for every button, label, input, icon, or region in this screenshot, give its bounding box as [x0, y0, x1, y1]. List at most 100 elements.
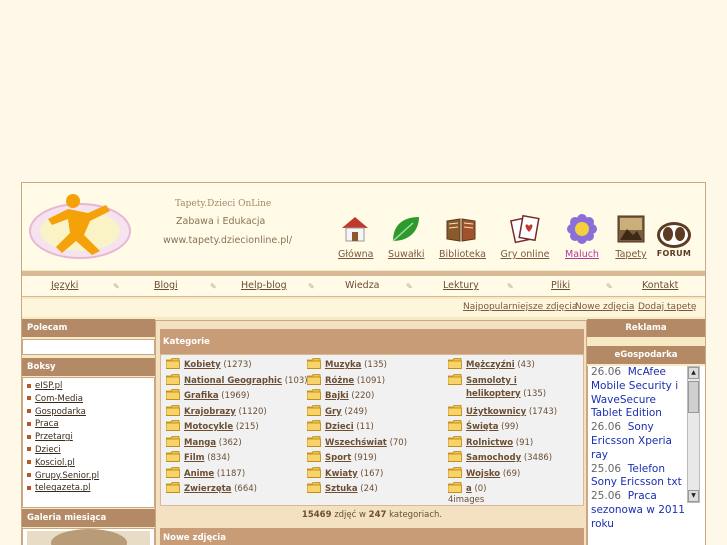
folder-icon [447, 373, 462, 385]
category-link[interactable]: Kobiety [184, 360, 221, 370]
nav-suwalki-label[interactable]: Suwałki [388, 249, 424, 260]
nav-biblioteka[interactable]: Biblioteka [439, 213, 486, 260]
logo[interactable] [28, 191, 133, 261]
egospodarka-header: eGospodarka [587, 346, 705, 364]
boksy-link[interactable]: Praca [35, 419, 59, 429]
boksy-link[interactable]: Kosciol.pl [35, 458, 75, 468]
menu-bar: Języki ✎ Blogi ✎ Help-blog ✎ Wiedza ✎ Le… [22, 271, 705, 297]
category-count: (70) [389, 437, 408, 448]
category-count: (24) [360, 484, 378, 494]
category-item: National Geographic (103) [165, 373, 308, 386]
nav-gry-online-label[interactable]: Gry online [500, 249, 550, 260]
category-link[interactable]: Użytkownicy [466, 407, 526, 417]
menu-kontakt[interactable]: Kontakt [642, 280, 678, 291]
forum-icon [657, 222, 691, 248]
menu-blogi[interactable]: Blogi [154, 280, 178, 291]
category-link[interactable]: Samoloty i [466, 376, 517, 386]
category-count: (834) [207, 453, 231, 463]
menu-jezyki[interactable]: Języki [51, 280, 78, 291]
news-item: 26.06 McAfee Mobile Security i WaveSecur… [591, 366, 686, 421]
nav-glowna-label[interactable]: Główna [338, 249, 374, 260]
category-item: Krajobrazy (1120) [165, 404, 267, 417]
category-item: Święta (99) [447, 420, 519, 432]
folder-icon [306, 435, 321, 447]
link-most-popular[interactable]: Najpopularniejsze zdjęcia [463, 302, 577, 312]
category-link[interactable]: Grafika [184, 391, 219, 401]
scroll-up-icon[interactable]: ▲ [688, 367, 699, 379]
category-link[interactable]: Sport [325, 453, 351, 463]
category-link[interactable]: a [466, 484, 472, 494]
menu-wiedza[interactable]: Wiedza [345, 280, 380, 291]
category-link[interactable]: Sztuka [325, 484, 358, 494]
folder-icon [447, 420, 462, 431]
link-new-photos[interactable]: Nowe zdjęcia [575, 302, 634, 312]
category-link[interactable]: Film [184, 453, 205, 463]
folder-icon [165, 373, 180, 385]
category-link[interactable]: Mężczyźni [466, 360, 515, 370]
nav-suwalki[interactable]: Suwałki [388, 213, 424, 260]
boksy-link[interactable]: eISP.pl [35, 381, 62, 391]
folder-icon [306, 404, 321, 416]
forum-link[interactable]: FORUM [654, 221, 694, 258]
category-link[interactable]: Samochody [466, 453, 521, 463]
category-link[interactable]: Dzieci [325, 422, 354, 432]
nav-biblioteka-label[interactable]: Biblioteka [439, 249, 486, 260]
nav-tapety[interactable]: Tapety [611, 213, 651, 260]
menu-separator-icon: ✎ [210, 282, 217, 291]
category-link[interactable]: 4images [448, 495, 484, 505]
category-link[interactable]: Wszechświat [325, 438, 387, 448]
category-link[interactable]: Wojsko [466, 469, 500, 479]
boksy-link[interactable]: Gospodarka [35, 407, 86, 417]
category-link[interactable]: Motocykle [184, 422, 233, 432]
nav-tapety-label[interactable]: Tapety [611, 249, 651, 260]
scroll-down-icon[interactable]: ▼ [688, 490, 699, 502]
nav-maluch-label[interactable]: Maluch [565, 249, 599, 260]
category-link[interactable]: Muzyka [325, 360, 361, 370]
link-add-wallpaper[interactable]: Dodaj tapetę [638, 302, 696, 312]
menu-help-blog[interactable]: Help-blog [241, 280, 287, 291]
category-item: Grafika (1969) [165, 389, 250, 401]
folder-icon [306, 451, 321, 462]
category-link[interactable]: Święta [466, 422, 498, 432]
category-item: Motocykle (215) [165, 420, 259, 432]
category-item: Film (834) [165, 451, 231, 463]
nav-glowna[interactable]: Główna [338, 213, 374, 260]
menu-pliki[interactable]: Pliki [551, 280, 570, 291]
boksy-header: Boksy [22, 358, 155, 376]
news-date: 26.06 [591, 421, 622, 434]
category-link[interactable]: Manga [184, 438, 216, 448]
scroll-thumb[interactable] [688, 381, 699, 413]
news-date: 25.06 [591, 490, 622, 503]
boksy-box: eISP.pl Com-Media Gospodarka Praca Przet… [22, 377, 155, 508]
category-count: (135) [364, 360, 387, 370]
menu-lektury[interactable]: Lektury [443, 280, 479, 291]
category-link[interactable]: Rolnictwo [466, 438, 513, 448]
category-link[interactable]: helikoptery [466, 389, 521, 399]
stats-text-1: zdjęć w [334, 510, 366, 520]
category-count: (1273) [223, 360, 252, 370]
category-link[interactable]: Kwiaty [325, 469, 358, 479]
category-item: Rolnictwo (91) [447, 435, 533, 448]
category-link[interactable]: Gry [325, 407, 342, 417]
nav-gry-online[interactable]: Gry online [500, 213, 550, 260]
nav-maluch[interactable]: Maluch [565, 213, 599, 260]
galeria-photo[interactable] [23, 529, 154, 545]
boksy-link[interactable]: telegazeta.pl [35, 483, 90, 493]
news-scrollbar[interactable]: ▲ ▼ [687, 366, 700, 503]
category-count: (249) [344, 406, 368, 417]
category-item: Samochody (3486) [447, 451, 552, 463]
boksy-link[interactable]: Dzieci [35, 445, 61, 455]
category-link[interactable]: Bajki [325, 391, 349, 401]
menu-separator-icon: ✎ [113, 282, 120, 291]
category-link[interactable]: Różne [325, 376, 354, 386]
bullet-icon [27, 396, 31, 401]
list-item: Com-Media [27, 393, 150, 406]
category-link[interactable]: National Geographic [184, 376, 282, 386]
boksy-link[interactable]: Grupy.Senior.pl [35, 471, 99, 481]
category-link[interactable]: Zwierzęta [184, 484, 231, 494]
category-link[interactable]: Krajobrazy [184, 407, 236, 417]
category-item: Sport (919) [306, 451, 377, 463]
boksy-link[interactable]: Przetargi [35, 432, 73, 442]
category-link[interactable]: Anime [184, 469, 214, 479]
boksy-link[interactable]: Com-Media [35, 394, 83, 404]
